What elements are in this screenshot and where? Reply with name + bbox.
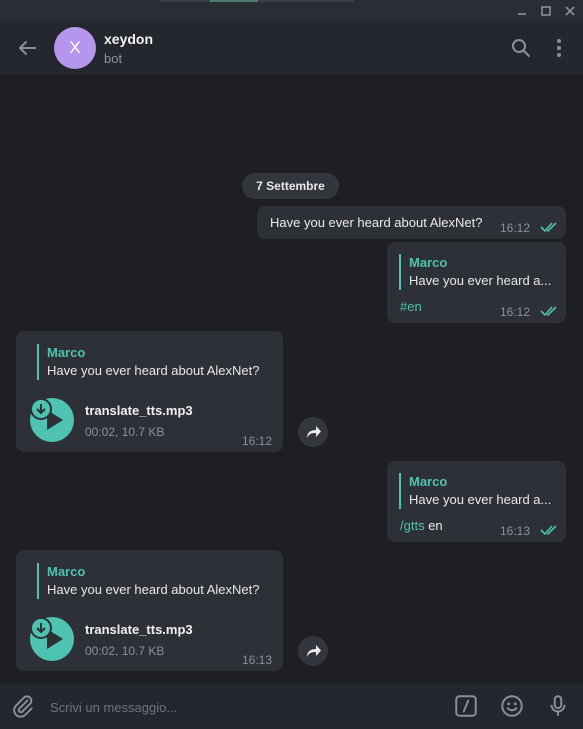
forward-button[interactable] bbox=[298, 636, 328, 666]
command-link[interactable]: /gtts bbox=[400, 518, 425, 533]
audio-file-meta: 00:02, 10.7 KB bbox=[85, 425, 165, 439]
reply-text: Have you ever heard about AlexNet? bbox=[47, 363, 260, 378]
reply-author: Marco bbox=[409, 255, 448, 270]
command-argument: en bbox=[424, 518, 443, 533]
read-ticks-icon bbox=[540, 306, 557, 317]
reply-quote[interactable]: Marco Have you ever heard about AlexNet? bbox=[37, 563, 283, 599]
message-time: 16:12 bbox=[242, 434, 273, 448]
back-arrow-icon[interactable] bbox=[15, 36, 39, 60]
hashtag-link[interactable]: #en bbox=[400, 299, 422, 314]
read-ticks-icon bbox=[540, 222, 557, 233]
audio-file-name: translate_tts.mp3 bbox=[85, 622, 193, 637]
close-icon[interactable] bbox=[562, 3, 578, 19]
reply-text: Have you ever heard a... bbox=[409, 273, 552, 288]
outgoing-message[interactable]: Have you ever heard about AlexNet? 16:12 bbox=[257, 206, 566, 239]
play-button[interactable] bbox=[30, 398, 74, 442]
avatar[interactable]: X bbox=[54, 27, 96, 69]
forward-arrow-icon bbox=[307, 645, 321, 657]
message-composer bbox=[0, 682, 583, 729]
play-button[interactable] bbox=[30, 617, 74, 661]
message-input[interactable] bbox=[48, 691, 442, 723]
download-icon[interactable] bbox=[30, 617, 52, 639]
message-time: 16:13 bbox=[500, 524, 531, 538]
microphone-icon[interactable] bbox=[545, 693, 571, 719]
message-text: Have you ever heard about AlexNet? bbox=[270, 215, 483, 230]
reply-text: Have you ever heard a... bbox=[409, 492, 552, 507]
read-ticks-icon bbox=[540, 525, 557, 536]
audio-file-name: translate_tts.mp3 bbox=[85, 403, 193, 418]
chat-subtitle: bot bbox=[104, 51, 123, 66]
outgoing-message[interactable]: Marco Have you ever heard a... #en 16:12 bbox=[387, 242, 566, 323]
title-bar-tab bbox=[160, 0, 210, 2]
audio-file-meta: 00:02, 10.7 KB bbox=[85, 644, 165, 658]
chat-history[interactable]: 7 Settembre Have you ever heard about Al… bbox=[0, 76, 583, 682]
incoming-message[interactable]: Marco Have you ever heard about AlexNet?… bbox=[16, 331, 283, 452]
bot-commands-icon[interactable] bbox=[453, 693, 479, 719]
emoji-icon[interactable] bbox=[499, 693, 525, 719]
attach-icon[interactable] bbox=[10, 693, 36, 719]
title-bar-tab bbox=[258, 0, 354, 2]
outgoing-message[interactable]: Marco Have you ever heard a... /gtts en … bbox=[387, 461, 566, 542]
reply-quote[interactable]: Marco Have you ever heard a... bbox=[399, 473, 564, 509]
forward-arrow-icon bbox=[307, 426, 321, 438]
chat-header: X xeydon bot bbox=[0, 21, 583, 76]
reply-author: Marco bbox=[47, 564, 86, 579]
message-time: 16:12 bbox=[500, 305, 531, 319]
reply-author: Marco bbox=[409, 474, 448, 489]
window-title-bar bbox=[0, 0, 583, 21]
title-bar-tab-active bbox=[210, 0, 258, 2]
download-icon[interactable] bbox=[30, 398, 52, 420]
incoming-message[interactable]: Marco Have you ever heard about AlexNet?… bbox=[16, 550, 283, 671]
message-time: 16:12 bbox=[500, 221, 531, 235]
date-separator: 7 Settembre bbox=[242, 173, 339, 199]
search-icon[interactable] bbox=[509, 36, 533, 60]
reply-text: Have you ever heard about AlexNet? bbox=[47, 582, 260, 597]
more-options-icon[interactable] bbox=[547, 36, 571, 60]
message-text: /gtts en bbox=[400, 518, 443, 533]
reply-author: Marco bbox=[47, 345, 86, 360]
message-time: 16:13 bbox=[242, 653, 273, 667]
reply-quote[interactable]: Marco Have you ever heard a... bbox=[399, 254, 564, 290]
maximize-icon[interactable] bbox=[538, 3, 554, 19]
reply-quote[interactable]: Marco Have you ever heard about AlexNet? bbox=[37, 344, 283, 380]
forward-button[interactable] bbox=[298, 417, 328, 447]
minimize-icon[interactable] bbox=[514, 3, 530, 19]
chat-title[interactable]: xeydon bbox=[104, 31, 153, 47]
